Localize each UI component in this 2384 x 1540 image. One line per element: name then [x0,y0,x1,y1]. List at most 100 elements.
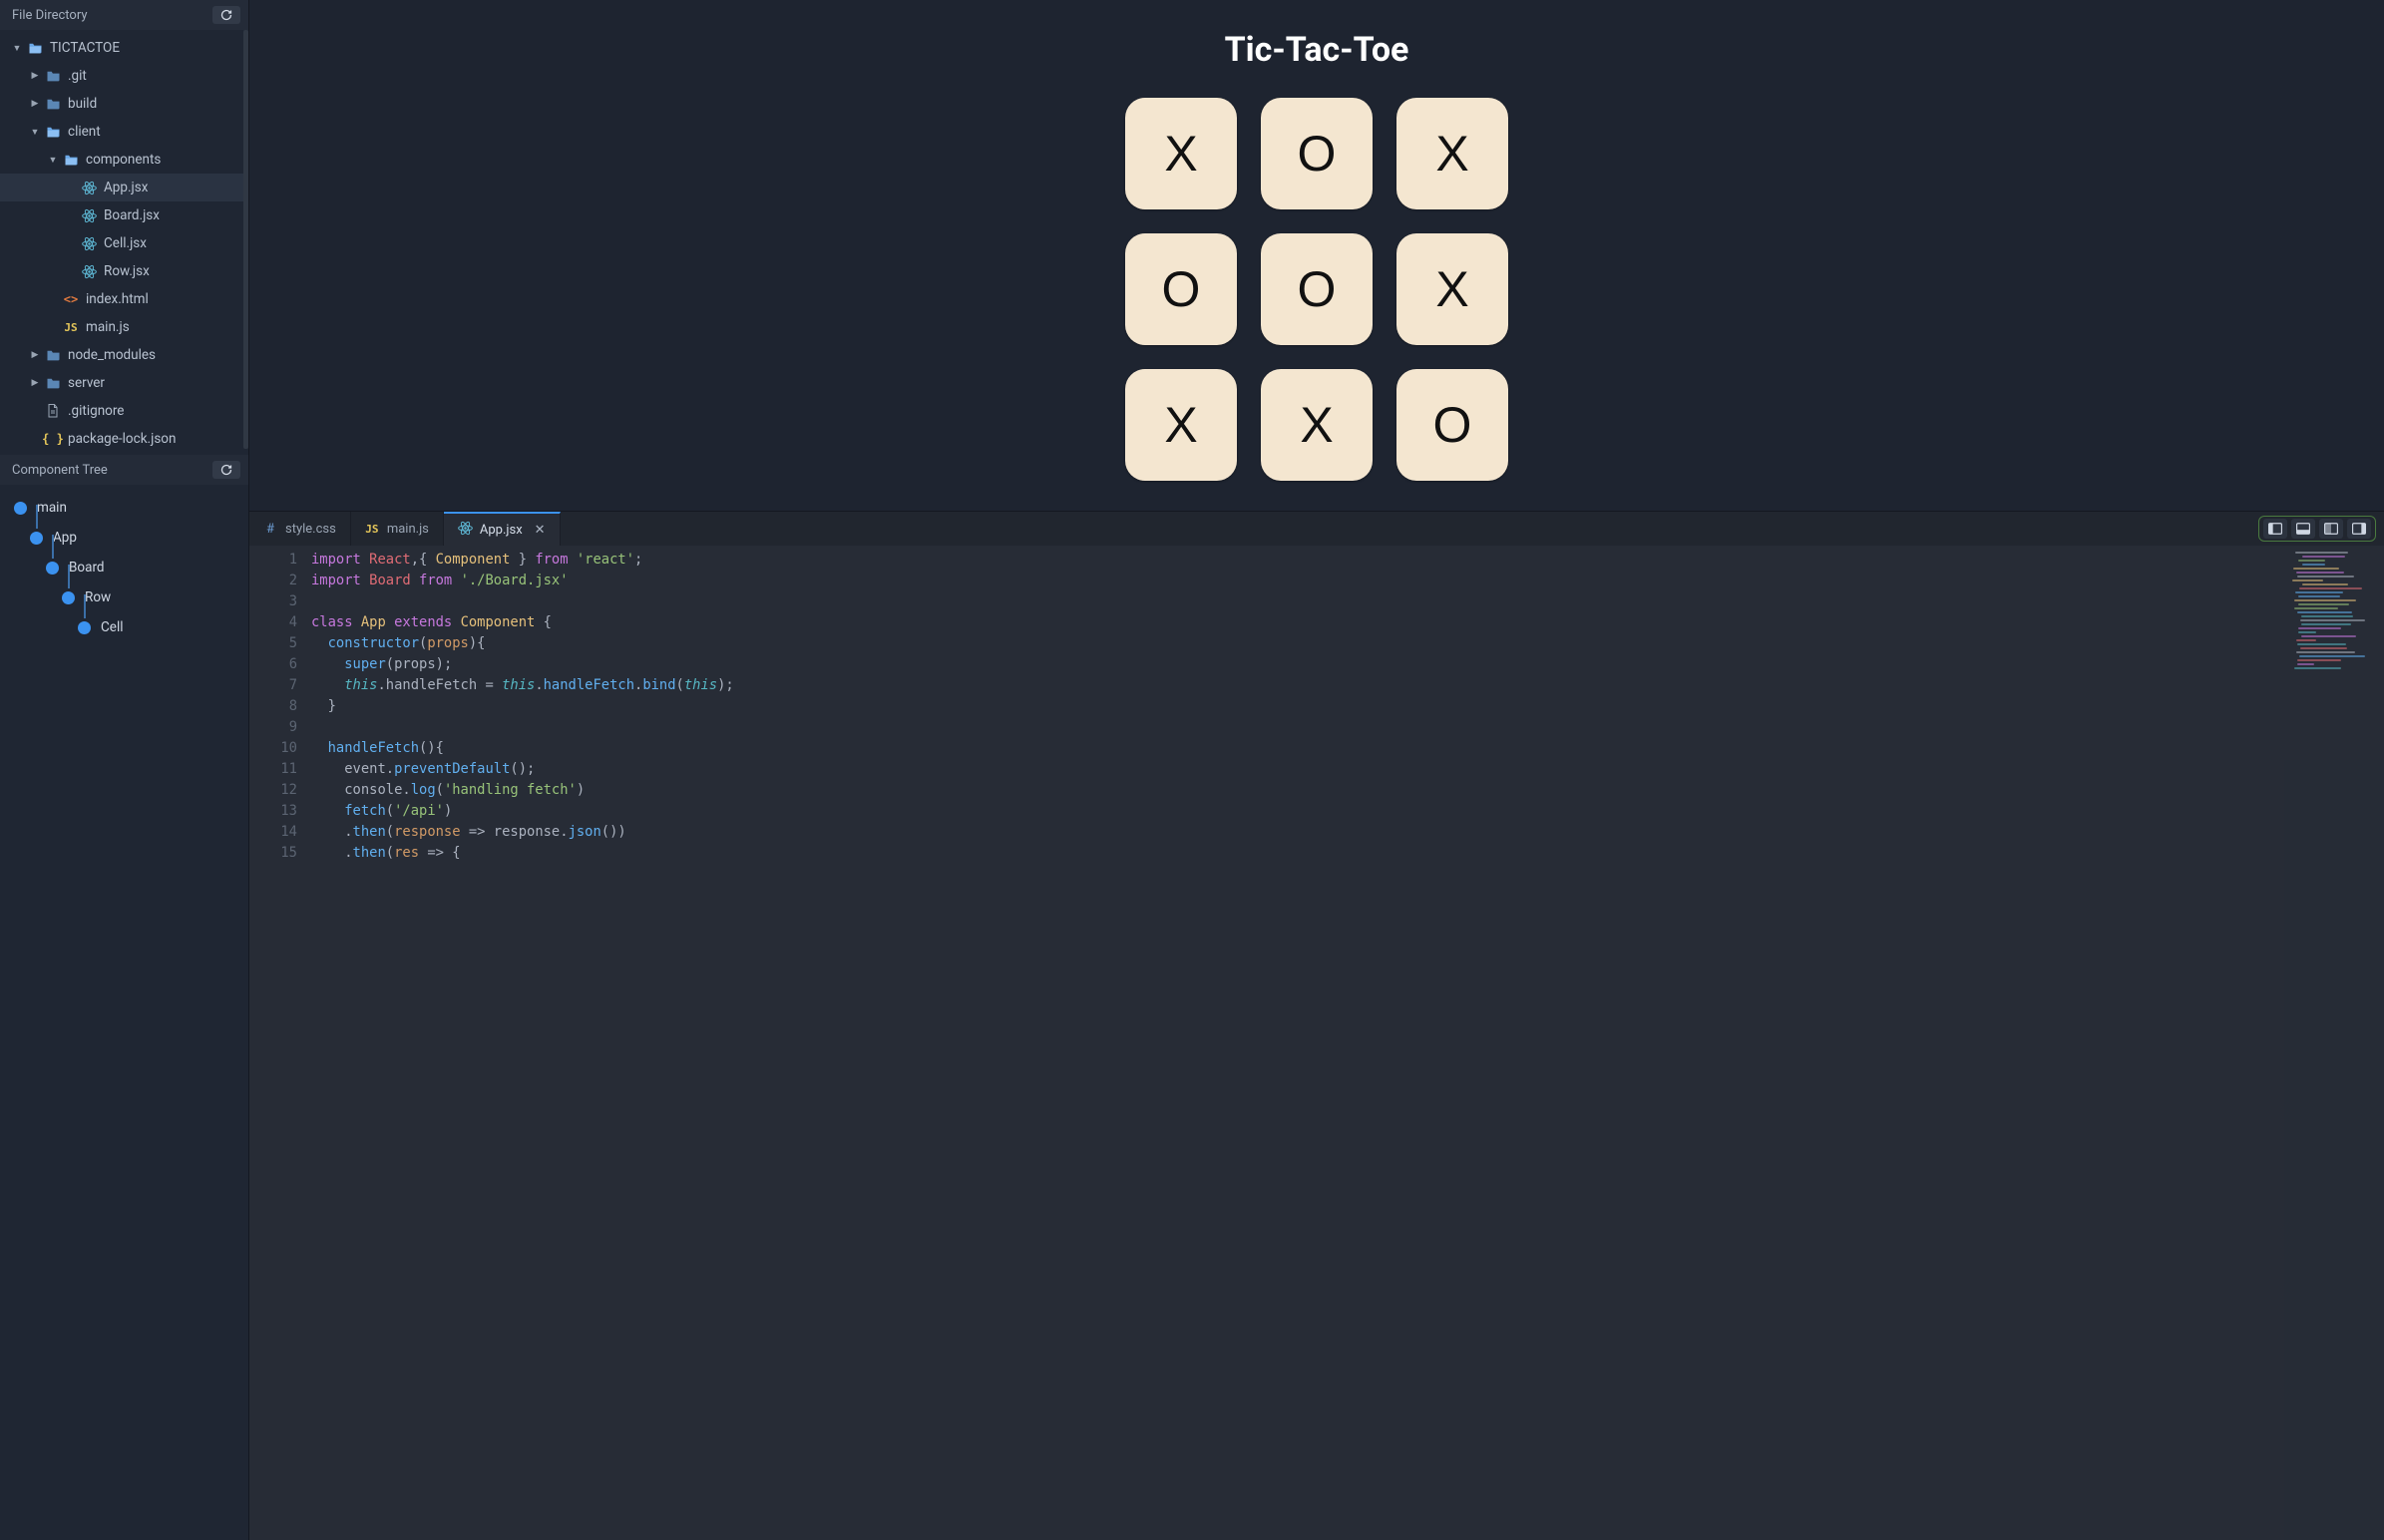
component-tree: mainAppBoardRow Cell [0,485,248,642]
editor-tab[interactable]: JSmain.js [351,512,444,546]
chevron-down-icon: ▼ [12,43,22,54]
code-line[interactable]: class App extends Component { [311,612,734,633]
file-tree-item[interactable]: Row.jsx [0,257,248,285]
refresh-file-tree-button[interactable] [212,6,240,24]
board-cell[interactable]: X [1125,369,1237,481]
line-number: 2 [249,571,297,591]
minimap-line [2301,635,2356,637]
line-number: 5 [249,633,297,654]
file-tree-item[interactable]: ▶server [0,369,248,397]
file-directory-header: File Directory [0,0,248,30]
code-line[interactable]: .then(response => response.json()) [311,822,734,843]
component-tree-title: Component Tree [12,463,108,478]
component-node-icon [14,502,27,515]
file-tree-item[interactable]: ▶.git [0,62,248,90]
board-cell[interactable]: X [1125,98,1237,209]
code-line[interactable]: constructor(props){ [311,633,734,654]
layout-left-panel-button[interactable] [2263,519,2287,539]
code-line[interactable]: import Board from './Board.jsx' [311,571,734,591]
code-line[interactable]: this.handleFetch = this.handleFetch.bind… [311,675,734,696]
code-line[interactable]: console.log('handling fetch') [311,780,734,801]
line-number: 13 [249,801,297,822]
chevron-right-icon: ▶ [30,378,40,388]
line-gutter: 123456789101112131415 [249,546,311,1540]
folder-icon [44,70,62,82]
file-tree-item[interactable]: ▶build [0,90,248,118]
sidebar-scrollbar[interactable] [243,30,248,449]
file-tree-item[interactable]: ▼client [0,118,248,146]
minimap-line [2301,623,2351,625]
code-line[interactable] [311,591,734,612]
chevron-right-icon: ▶ [30,99,40,109]
code-line[interactable]: } [311,696,734,717]
component-tree-item[interactable]: Cell [14,612,248,642]
layout-bottom-panel-button[interactable] [2291,519,2315,539]
chevron-down-icon: ▼ [48,155,58,166]
code-line[interactable]: fetch('/api') [311,801,734,822]
file-tree-item[interactable]: App.jsx [0,174,248,201]
code-line[interactable]: .then(res => { [311,843,734,864]
code-line[interactable] [311,717,734,738]
folder-icon [44,126,62,138]
file-tree-item[interactable]: <>index.html [0,285,248,313]
js-icon: JS [62,321,80,334]
file-tree-item[interactable]: ▼ components [0,146,248,174]
minimap-line [2292,579,2323,581]
folder-icon [44,349,62,361]
component-node-icon [62,591,75,604]
chevron-right-icon: ▶ [30,350,40,360]
board-cell[interactable]: O [1125,233,1237,345]
file-tree-item[interactable]: Cell.jsx [0,229,248,257]
minimap[interactable] [2284,546,2384,1540]
file-tree-item-label: node_modules [68,347,156,363]
file-tree-item-label: .git [68,68,87,84]
file-tree-item[interactable]: { }package-lock.json [0,425,248,453]
editor-tab[interactable]: App.jsx✕ [444,512,561,546]
code-line[interactable]: super(props); [311,654,734,675]
component-tree-item[interactable]: main [14,493,248,523]
react-icon [458,521,472,540]
file-tree-item-label: .gitignore [68,403,124,419]
minimap-line [2302,556,2345,558]
minimap-line [2298,603,2350,605]
component-tree-item-label: Cell [101,619,124,635]
chevron-down-icon: ▼ [30,127,40,138]
layout-split-button[interactable] [2319,519,2343,539]
minimap-line [2296,572,2344,574]
code-line[interactable]: handleFetch(){ [311,738,734,759]
code-lines[interactable]: import React,{ Component } from 'react';… [311,546,734,1540]
minimap-line [2298,595,2340,597]
component-tree-item[interactable]: Board [14,553,248,582]
layout-right-panel-button[interactable] [2347,519,2371,539]
folder-icon [62,154,80,166]
file-tree-item[interactable]: ▼TICTACTOE [0,34,248,62]
tictactoe-board: XOXOOXXXO [1125,98,1508,481]
app-preview: Tic-Tac-Toe XOXOOXXXO [249,0,2384,511]
board-cell[interactable]: X [1396,98,1508,209]
board-cell[interactable]: O [1261,98,1373,209]
component-tree-item[interactable]: Row [14,582,248,612]
file-tree-item-label: package-lock.json [68,431,176,447]
file-tree-item[interactable]: ▶ node_modules [0,341,248,369]
editor-tab[interactable]: #style.css [249,512,351,546]
board-cell[interactable]: X [1396,233,1508,345]
file-tree-item[interactable]: JSmain.js [0,313,248,341]
minimap-line [2299,655,2365,657]
refresh-component-tree-button[interactable] [212,461,240,479]
minimap-line [2300,647,2346,649]
minimap-line [2301,615,2353,617]
code-line[interactable]: import React,{ Component } from 'react'; [311,550,734,571]
file-tree-item[interactable]: Board.jsx [0,201,248,229]
board-cell[interactable]: O [1261,233,1373,345]
code-area[interactable]: 123456789101112131415 import React,{ Com… [249,546,2384,1540]
line-number: 9 [249,717,297,738]
react-icon [80,236,98,251]
component-tree-item[interactable]: App [14,523,248,553]
board-cell[interactable]: O [1396,369,1508,481]
editor-tab-label: main.js [387,522,429,537]
file-tree-item-label: components [86,152,161,168]
close-icon[interactable]: ✕ [535,523,546,538]
code-line[interactable]: event.preventDefault(); [311,759,734,780]
board-cell[interactable]: X [1261,369,1373,481]
file-tree-item[interactable]: .gitignore [0,397,248,425]
